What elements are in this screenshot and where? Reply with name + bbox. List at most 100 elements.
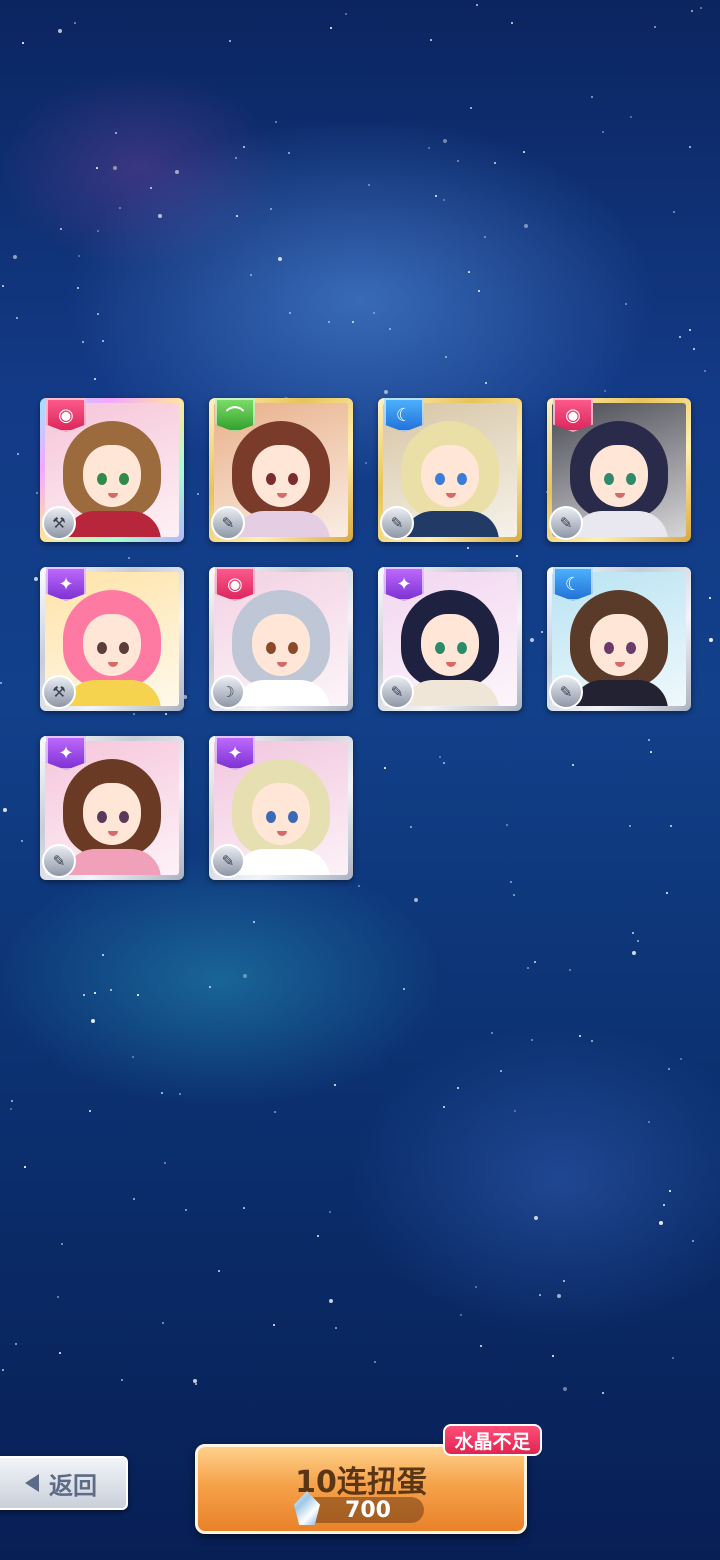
star (557, 1294, 561, 1298)
star (572, 764, 574, 766)
star (334, 1084, 336, 1086)
star (680, 1058, 682, 1060)
back-button[interactable]: 返回 (0, 1456, 128, 1510)
star (102, 340, 104, 342)
star (480, 1345, 482, 1347)
star (511, 22, 513, 24)
idol-outfit (65, 849, 161, 875)
star (161, 1092, 163, 1094)
idol-card[interactable]: ◉ ☽ (209, 567, 353, 711)
idol-card[interactable]: ✦ ✎ (40, 736, 184, 880)
star (96, 167, 98, 169)
star (236, 215, 238, 217)
idol-card[interactable]: ◉ ✎ (547, 398, 691, 542)
star (137, 994, 139, 996)
idol-outfit (234, 849, 330, 875)
star (650, 751, 652, 753)
star (691, 10, 693, 12)
idol-eye (97, 811, 107, 823)
star (150, 187, 152, 189)
star (115, 132, 117, 134)
star (602, 1392, 604, 1394)
idol-card[interactable]: ✦ ✎ (209, 736, 353, 880)
star (195, 1383, 197, 1385)
idol-outfit (403, 511, 499, 537)
star (374, 1361, 376, 1363)
star (78, 255, 80, 257)
star (102, 954, 104, 956)
star (539, 1294, 541, 1296)
star (569, 969, 571, 971)
idol-eye (288, 473, 298, 485)
star (672, 1357, 674, 1359)
star (709, 597, 711, 599)
star (384, 390, 388, 394)
star (384, 767, 386, 769)
star (524, 224, 528, 228)
star (673, 211, 675, 213)
star (457, 160, 459, 162)
insufficient-crystals-badge: 水晶不足 (443, 1424, 542, 1456)
star (3, 808, 7, 812)
star (428, 147, 430, 149)
star (274, 1111, 276, 1113)
star (193, 1379, 197, 1383)
idol-outfit (572, 511, 668, 537)
idol-card[interactable]: ☾ ✎ (378, 398, 522, 542)
idol-eye (266, 811, 276, 823)
star (679, 336, 681, 338)
star (329, 1299, 333, 1303)
star (97, 313, 99, 315)
star (700, 7, 702, 9)
idol-eye (604, 642, 614, 654)
star (670, 825, 672, 827)
star (133, 1198, 135, 1200)
feather-icon: ✎ (549, 675, 583, 709)
star (693, 348, 695, 350)
idol-eye (435, 642, 445, 654)
star (368, 184, 370, 186)
feather-icon: ✎ (211, 844, 245, 878)
star (278, 257, 282, 261)
star (289, 312, 291, 314)
star (218, 1270, 220, 1272)
star (513, 894, 515, 896)
idol-outfit (65, 511, 161, 537)
star (403, 988, 405, 990)
star (197, 493, 199, 495)
star (516, 555, 518, 557)
star (16, 317, 18, 319)
ten-pull-gacha-button[interactable]: 10连扭蛋 700 (195, 1444, 527, 1534)
idol-card[interactable]: ⌒ ✎ (209, 398, 353, 542)
star (229, 40, 231, 42)
star (666, 892, 668, 894)
idol-eye (604, 473, 614, 485)
star (329, 1211, 331, 1213)
feather-icon: ✎ (380, 506, 414, 540)
star (514, 1110, 516, 1112)
idol-eye (119, 473, 129, 485)
idol-eye (626, 473, 636, 485)
star (552, 1355, 554, 1357)
idol-outfit (234, 511, 330, 537)
star (478, 290, 480, 292)
idol-card[interactable]: ◉ ⚒ (40, 398, 184, 542)
star (527, 967, 529, 969)
star (632, 932, 634, 934)
star (430, 39, 432, 41)
star (534, 961, 536, 963)
star (591, 96, 593, 98)
idol-card[interactable]: ☾ ✎ (547, 567, 691, 711)
star (630, 116, 632, 118)
star (530, 638, 534, 642)
idol-eye (457, 642, 467, 654)
idol-eye (97, 642, 107, 654)
idol-outfit (65, 680, 161, 706)
star (2, 285, 4, 287)
idol-card[interactable]: ✦ ⚒ (40, 567, 184, 711)
feather-icon: ✎ (380, 675, 414, 709)
star (132, 1056, 134, 1058)
idol-card[interactable]: ✦ ✎ (378, 567, 522, 711)
star (288, 152, 290, 154)
star (506, 824, 508, 826)
